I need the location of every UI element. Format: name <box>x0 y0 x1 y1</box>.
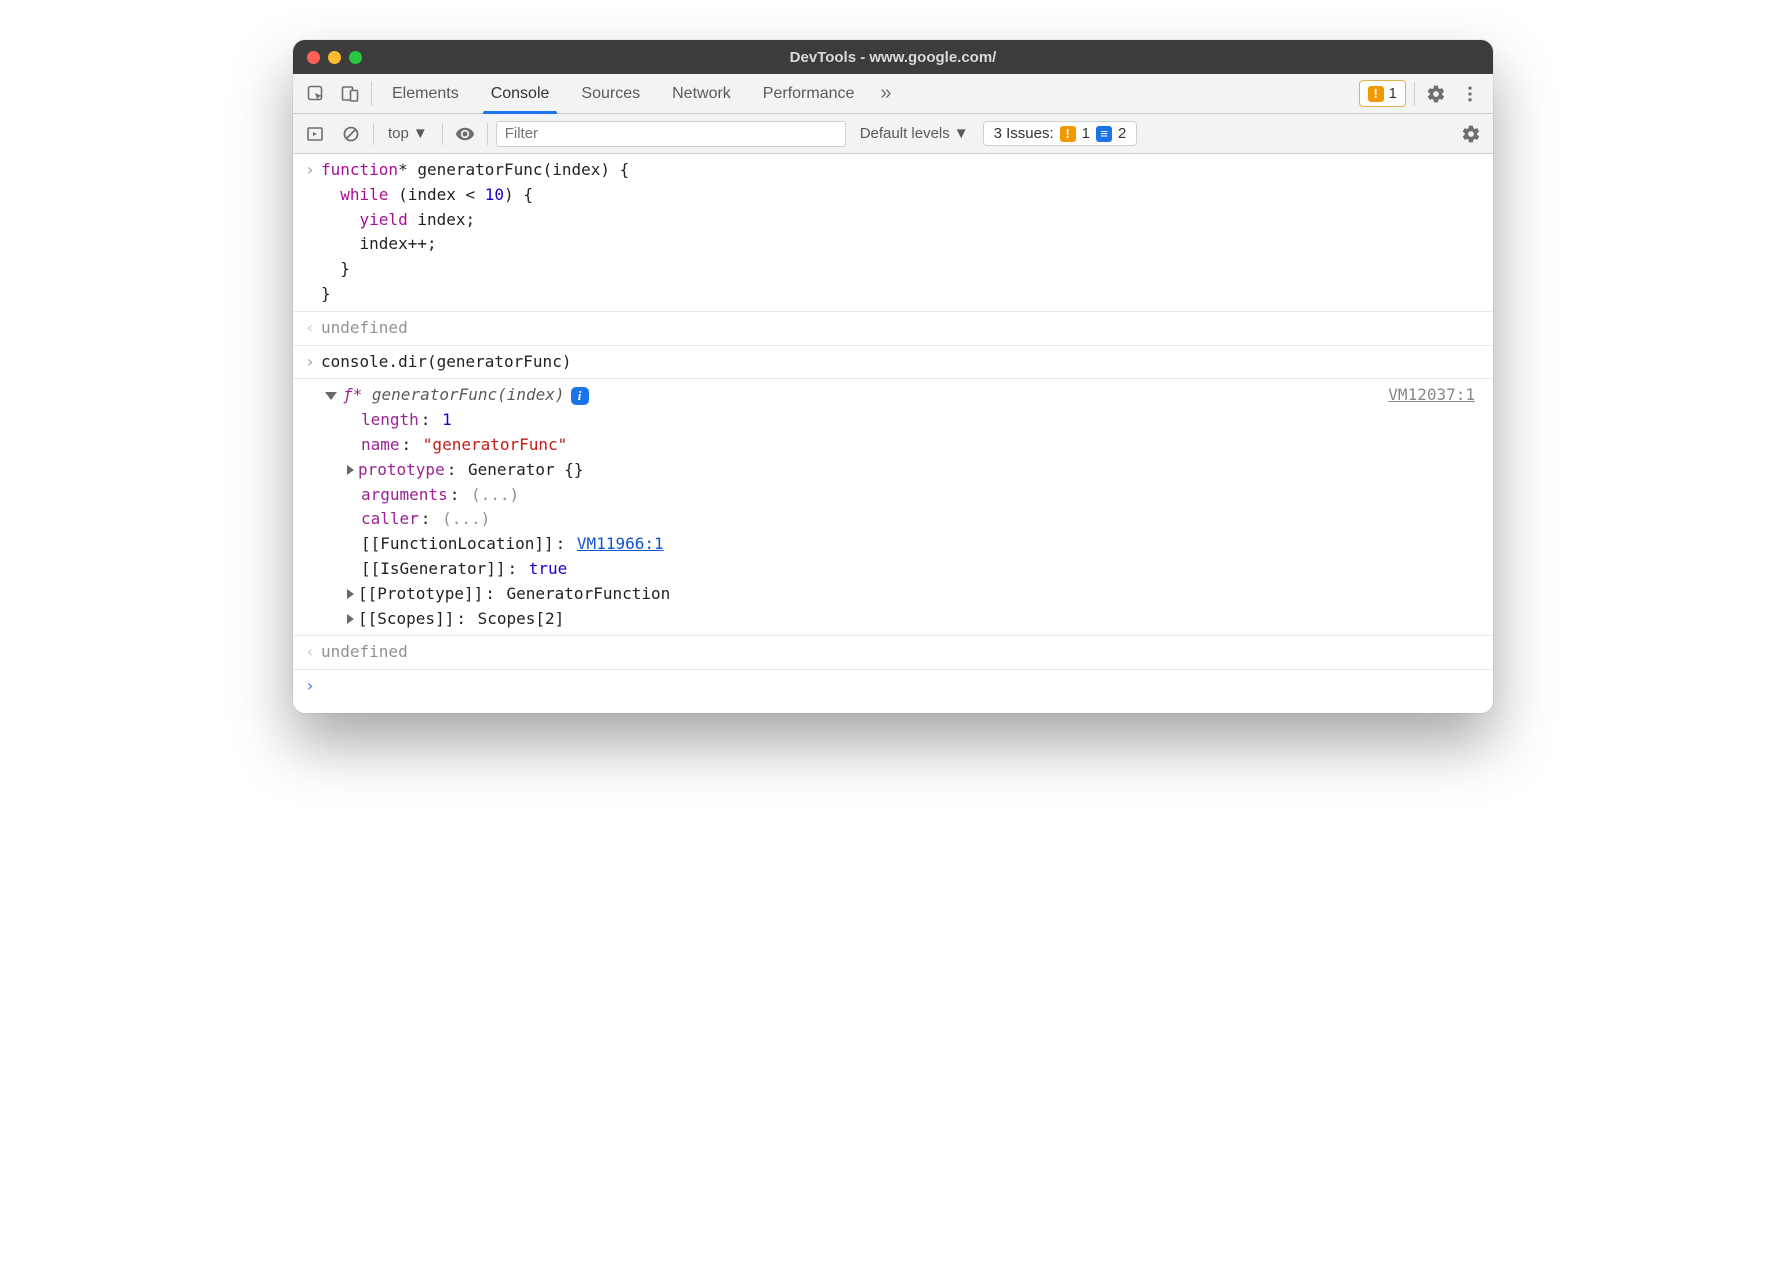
settings-icon[interactable] <box>1419 74 1453 113</box>
output-prompt-icon <box>299 316 321 341</box>
issues-info-count: 2 <box>1118 125 1126 142</box>
close-window-button[interactable] <box>307 51 320 64</box>
input-prompt-icon <box>299 158 321 183</box>
console-body: function* generatorFunc(index) { while (… <box>293 154 1493 713</box>
function-signature: ƒ* generatorFunc(index) <box>343 383 565 408</box>
filter-input[interactable] <box>496 121 846 147</box>
warning-icon: ! <box>1060 126 1076 142</box>
live-expression-icon[interactable] <box>451 120 479 148</box>
output-value: undefined <box>321 316 1483 341</box>
levels-label: Default levels <box>860 125 950 142</box>
devtools-window: DevTools - www.google.com/ Elements Cons… <box>293 40 1493 713</box>
output-prompt-icon <box>299 640 321 665</box>
console-toolbar: top ▼ Default levels ▼ 3 Issues: ! 1 ≡ 2 <box>293 114 1493 154</box>
prop-name[interactable]: name: "generatorFunc" <box>361 433 1388 458</box>
source-link[interactable]: VM12037:1 <box>1388 383 1475 408</box>
console-output-row: undefined <box>293 636 1493 670</box>
issues-label: 3 Issues: <box>994 125 1054 142</box>
divider <box>1414 82 1415 106</box>
panel-tabs: Elements Console Sources Network Perform… <box>293 74 1493 114</box>
more-options-icon[interactable] <box>1453 74 1487 113</box>
info-icon[interactable]: i <box>571 387 589 405</box>
traffic-lights <box>293 51 362 64</box>
console-input-row[interactable]: console.dir(generatorFunc) <box>293 346 1493 380</box>
console-output-row: undefined <box>293 312 1493 346</box>
input-prompt-icon <box>299 350 321 375</box>
prop-function-location[interactable]: [[FunctionLocation]]: VM11966:1 <box>361 532 1388 557</box>
disclosure-triangle-open-icon[interactable] <box>325 392 337 400</box>
prop-caller[interactable]: caller: (...) <box>361 507 1388 532</box>
clear-console-icon[interactable] <box>337 120 365 148</box>
prop-arguments[interactable]: arguments: (...) <box>361 483 1388 508</box>
tab-network[interactable]: Network <box>656 74 747 113</box>
device-toggle-icon[interactable] <box>333 74 367 113</box>
prop-length[interactable]: length: 1 <box>361 408 1388 433</box>
console-prompt-row[interactable] <box>293 670 1493 713</box>
prop-prototype[interactable]: prototype: Generator {} <box>361 458 1388 483</box>
divider <box>371 82 372 106</box>
prop-internal-prototype[interactable]: [[Prototype]]: GeneratorFunction <box>361 582 1388 607</box>
tab-console[interactable]: Console <box>475 74 566 113</box>
output-value: undefined <box>321 640 1483 665</box>
disclosure-triangle-icon[interactable] <box>347 465 354 475</box>
issues-warn-count: 1 <box>1082 125 1090 142</box>
console-dir-row: ƒ* generatorFunc(index) i length: 1 name… <box>293 379 1493 636</box>
warnings-badge[interactable]: ! 1 <box>1359 80 1406 107</box>
chevron-down-icon: ▼ <box>954 125 969 142</box>
info-icon: ≡ <box>1096 126 1112 142</box>
log-levels-selector[interactable]: Default levels ▼ <box>854 125 975 142</box>
minimize-window-button[interactable] <box>328 51 341 64</box>
inspect-element-icon[interactable] <box>299 74 333 113</box>
disclosure-triangle-icon[interactable] <box>347 614 354 624</box>
issues-button[interactable]: 3 Issues: ! 1 ≡ 2 <box>983 121 1138 146</box>
tab-performance[interactable]: Performance <box>747 74 871 113</box>
code-block: function* generatorFunc(index) { while (… <box>321 158 1483 307</box>
object-tree: ƒ* generatorFunc(index) i length: 1 name… <box>321 383 1483 631</box>
more-tabs-button[interactable]: » <box>870 74 901 113</box>
vm-link[interactable]: VM11966:1 <box>577 532 664 557</box>
console-settings-icon[interactable] <box>1457 120 1485 148</box>
filter-field <box>496 121 846 147</box>
zoom-window-button[interactable] <box>349 51 362 64</box>
tab-elements[interactable]: Elements <box>376 74 475 113</box>
toggle-sidebar-icon[interactable] <box>301 120 329 148</box>
warnings-count: 1 <box>1389 85 1397 102</box>
tab-sources[interactable]: Sources <box>565 74 656 113</box>
prop-is-generator[interactable]: [[IsGenerator]]: true <box>361 557 1388 582</box>
prompt-input[interactable] <box>321 674 1483 699</box>
property-list: length: 1 name: "generatorFunc" prototyp… <box>325 408 1388 631</box>
window-title: DevTools - www.google.com/ <box>293 49 1493 66</box>
active-prompt-icon <box>299 674 321 699</box>
prop-scopes[interactable]: [[Scopes]]: Scopes[2] <box>361 607 1388 632</box>
code-line: console.dir(generatorFunc) <box>321 350 1483 375</box>
titlebar[interactable]: DevTools - www.google.com/ <box>293 40 1493 74</box>
context-label: top <box>388 125 409 142</box>
console-input-row[interactable]: function* generatorFunc(index) { while (… <box>293 154 1493 312</box>
tree-header[interactable]: ƒ* generatorFunc(index) i <box>325 383 1388 408</box>
warning-icon: ! <box>1368 86 1384 102</box>
disclosure-triangle-icon[interactable] <box>347 589 354 599</box>
execution-context-selector[interactable]: top ▼ <box>382 125 434 142</box>
chevron-down-icon: ▼ <box>413 125 428 142</box>
